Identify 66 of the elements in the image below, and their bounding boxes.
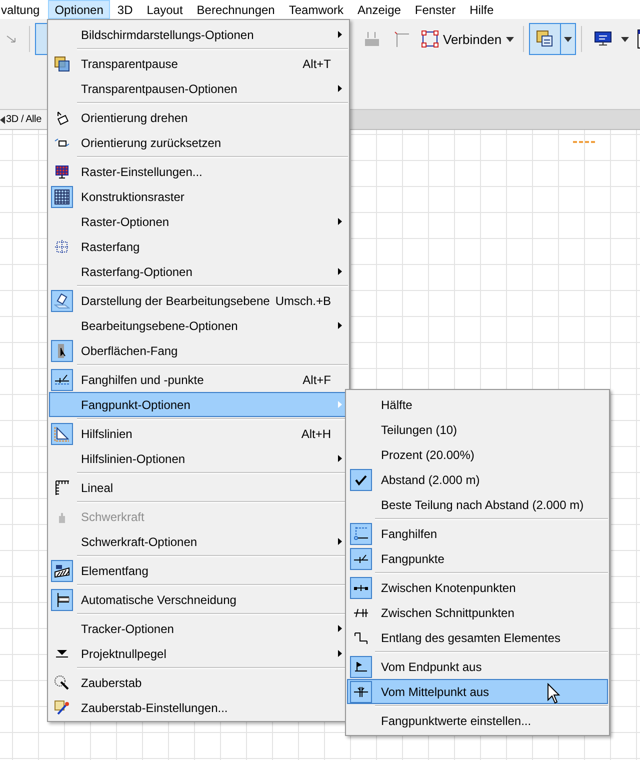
menu-bar-item[interactable]: valtung — [0, 0, 47, 19]
menu-item[interactable]: Zauberstab-Einstellungen... — [49, 695, 348, 720]
dash-marker-icon — [573, 140, 597, 144]
menu-item[interactable]: Zwischen Knotenpunkten — [347, 575, 608, 600]
menu-item[interactable]: Fangpunktwerte einstellen... — [347, 708, 608, 733]
caret-icon — [564, 36, 572, 42]
dropdown-button[interactable] — [560, 23, 576, 55]
layers-icon — [536, 30, 554, 48]
menu-item[interactable]: Orientierung zurücksetzen — [49, 130, 348, 155]
menu-item[interactable]: Zauberstab — [49, 670, 348, 695]
menu-item[interactable]: Oberflächen-Fang — [49, 338, 348, 363]
menu-item[interactable]: Zwischen Schnittpunkten — [347, 600, 608, 625]
menu-item[interactable]: Projektnullpegel — [49, 641, 348, 666]
menu-item[interactable]: Rasterfang-Optionen — [49, 259, 348, 284]
menu-item[interactable]: Transparentpausen-Optionen — [49, 76, 348, 101]
cursor-icon — [547, 683, 561, 705]
connect-button[interactable]: Verbinden — [417, 28, 518, 50]
layers-icon — [54, 56, 70, 72]
menu-item[interactable]: Bildschirmdarstellungs-Optionen — [49, 22, 348, 47]
triangle-icon — [0, 116, 5, 124]
menu-item[interactable]: Raster-Optionen — [49, 209, 348, 234]
ruler-icon — [54, 480, 70, 496]
layers-button[interactable] — [528, 23, 561, 55]
wand-settings-icon — [54, 700, 70, 716]
menu-item[interactable]: Transparentpause Alt+T — [49, 51, 348, 76]
grid-settings-icon — [54, 164, 70, 180]
menu-item[interactable]: Darstellung der Bearbeitungsebene Umsch.+B — [49, 288, 348, 313]
menu-item[interactable]: Rasterfang — [49, 234, 348, 259]
menu-bar-item[interactable]: Layout — [140, 0, 190, 19]
tab-label: 3D / Alle — [6, 114, 42, 125]
menu-item[interactable]: Fangpunkte — [347, 546, 608, 571]
menu-item[interactable]: Vom Mittelpunkt aus — [347, 679, 608, 704]
menu-item[interactable]: Entlang des gesamten Elementes — [347, 625, 608, 650]
menu-item[interactable]: Teilungen (10) — [347, 417, 608, 442]
menu-item[interactable]: Schwerkraft-Optionen — [49, 529, 348, 554]
menu-bar-item[interactable]: Hilfe — [462, 0, 501, 19]
menu-item[interactable]: Beste Teilung nach Abstand (2.000 m) — [347, 492, 608, 517]
menu-item[interactable]: Vom Endpunkt aus — [347, 654, 608, 679]
menu-item[interactable]: Hilfslinien Alt+H — [49, 421, 348, 446]
menu-item[interactable]: Prozent (20.00%) — [347, 442, 608, 467]
menu-item[interactable]: Tracker-Optionen — [49, 616, 348, 641]
menu-bar-item[interactable]: Teamwork — [282, 0, 351, 19]
menu-item[interactable]: Abstand (2.000 m) — [347, 467, 608, 492]
menu-item[interactable]: Lineal — [49, 475, 348, 500]
squares-icon — [421, 30, 439, 48]
monitor-icon[interactable] — [592, 30, 613, 48]
dotted-grid-icon — [54, 238, 70, 254]
menu-item[interactable]: Bearbeitungsebene-Optionen — [49, 313, 348, 338]
menu-item[interactable]: Elementfang — [49, 558, 348, 583]
menu-item[interactable]: Hälfte — [347, 392, 608, 417]
menu-bar-item[interactable]: Optionen — [48, 0, 110, 19]
menu-item[interactable]: Fanghilfen — [347, 521, 608, 546]
menu-item[interactable]: Fanghilfen und -punkte Alt+F — [49, 367, 348, 392]
menu-item[interactable]: Automatische Verschneidung — [49, 587, 348, 612]
menu-bar-item[interactable]: 3D — [110, 0, 140, 19]
along-icon — [353, 630, 369, 646]
menu-bar-item[interactable]: Berechnungen — [190, 0, 282, 19]
menu-item[interactable]: Konstruktionsraster — [49, 184, 348, 209]
menu-item[interactable]: Fangpunkt-Optionen — [49, 392, 348, 417]
menu-item[interactable]: Raster-Einstellungen... — [49, 159, 348, 184]
menu-bar-item[interactable]: Anzeige — [350, 0, 408, 19]
menu-bar-item[interactable]: Fenster — [408, 0, 463, 19]
wand-icon — [54, 674, 70, 690]
caret-icon — [506, 36, 514, 42]
menu-item[interactable]: Hilfslinien-Optionen — [49, 446, 348, 471]
caret-icon[interactable] — [620, 36, 629, 42]
